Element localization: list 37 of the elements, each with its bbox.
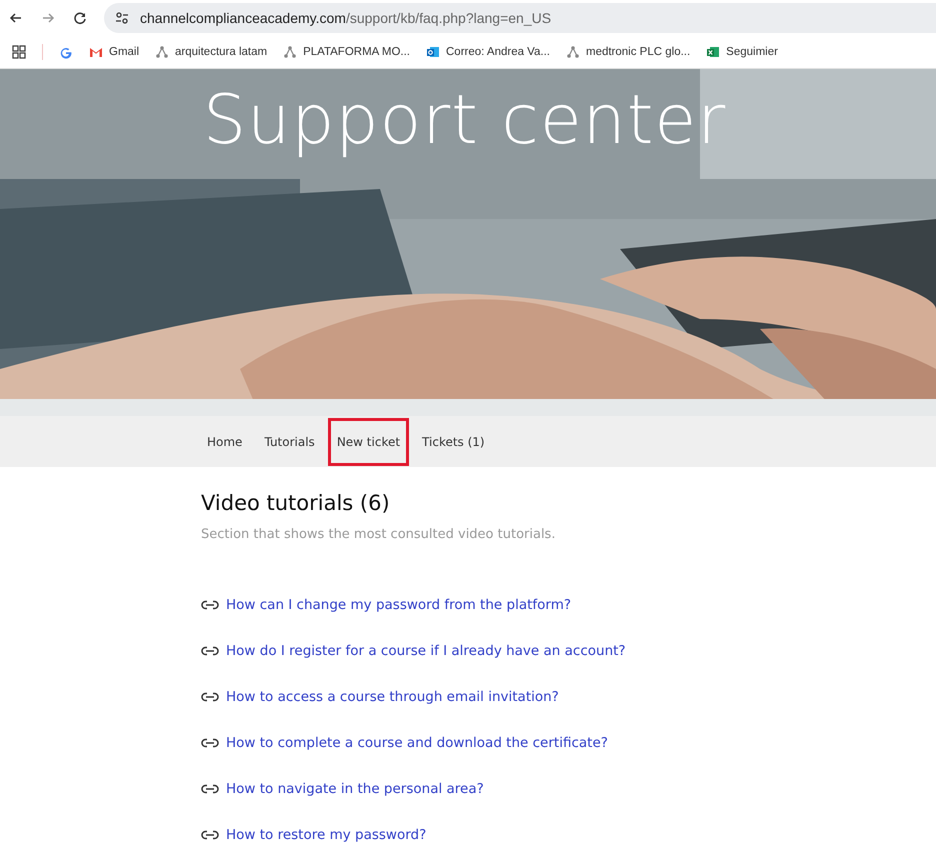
mail-app-icon	[426, 45, 440, 59]
tutorial-link[interactable]: How to restore my password?	[226, 827, 426, 843]
apps-grid-icon[interactable]	[12, 45, 26, 59]
tutorial-link[interactable]: How do I register for a course if I already have an account?	[226, 643, 626, 659]
bookmark[interactable]: arquitectura latam	[155, 45, 268, 59]
bookmark[interactable]: PLATAFORMA MO...	[283, 45, 410, 59]
nav-link[interactable]: New ticket	[328, 418, 410, 466]
link-icon	[201, 830, 219, 840]
link-icon	[201, 692, 219, 702]
reload-icon[interactable]	[72, 10, 88, 26]
network-icon	[566, 45, 580, 59]
nav-link[interactable]: Tutorials	[255, 418, 324, 466]
tutorial-link[interactable]: How can I change my password from the platform?	[226, 597, 572, 613]
nav-link[interactable]: Tickets (1)	[413, 418, 494, 466]
link-icon	[201, 646, 219, 656]
bookmark[interactable]: Gmail	[89, 45, 140, 59]
link-icon	[201, 784, 219, 794]
site-settings-icon[interactable]	[114, 10, 130, 26]
spreadsheet-icon	[706, 45, 720, 59]
tutorial-link[interactable]: How to access a course through email invitation?	[226, 689, 559, 705]
tutorial-link[interactable]: How to navigate in the personal area?	[226, 781, 484, 797]
nav-link[interactable]: Home	[198, 418, 252, 466]
hero-title: Support center	[203, 81, 726, 160]
link-icon	[201, 600, 219, 610]
tutorial-link[interactable]: How to complete a course and download the certificate?	[226, 735, 608, 751]
bookmark[interactable]: Correo: Andrea Va...	[426, 45, 550, 59]
network-icon	[155, 45, 170, 59]
section-title: Video tutorials (6)	[201, 491, 391, 515]
mail-icon	[89, 45, 103, 59]
network-icon	[283, 45, 298, 59]
bookmark[interactable]: medtronic PLC glo...	[566, 45, 690, 59]
section-description: Section that shows the most consulted video tutorials.	[201, 527, 556, 542]
bookmark[interactable]: Seguimier	[706, 45, 778, 59]
address-bar[interactable]: channelcomplianceacademy.com/support/kb/faq.php?lang=en_US	[104, 3, 936, 33]
google-icon[interactable]	[59, 45, 73, 59]
link-icon	[201, 738, 219, 748]
url-text: channelcomplianceacademy.com/support/kb/faq.php?lang=en_US	[140, 10, 552, 26]
